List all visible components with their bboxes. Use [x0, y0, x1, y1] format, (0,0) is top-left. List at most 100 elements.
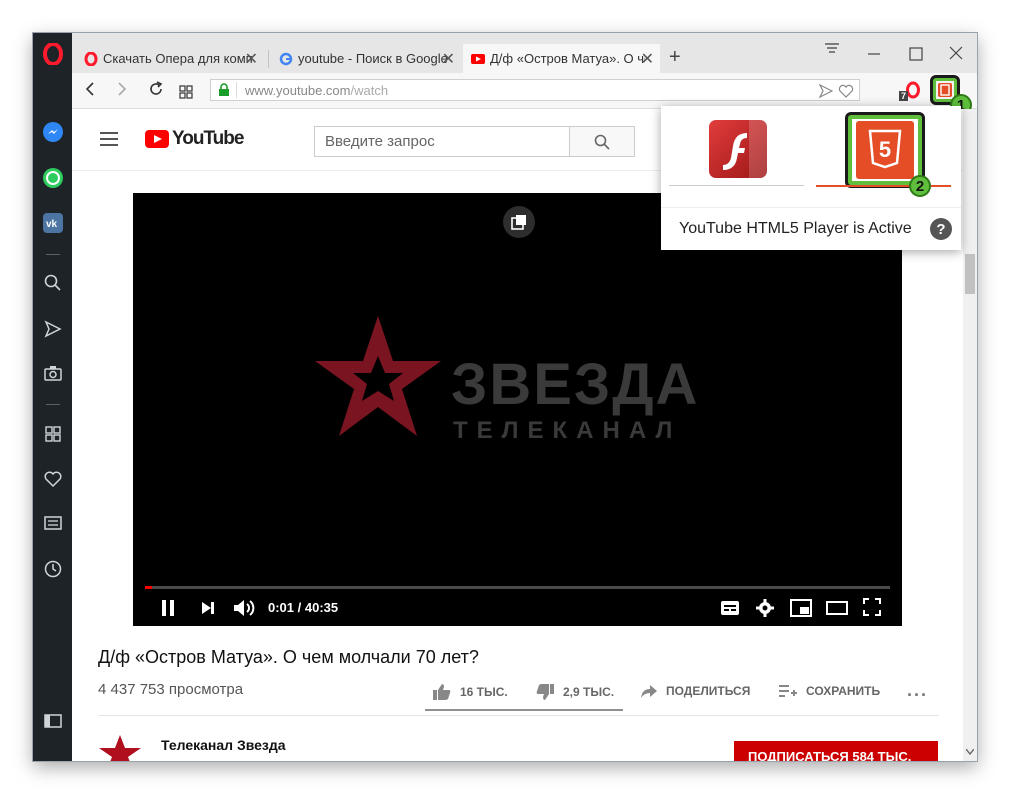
- fullscreen-icon[interactable]: [863, 598, 881, 621]
- camera-icon[interactable]: [40, 360, 66, 386]
- popup-divider: [661, 207, 961, 208]
- new-tab-button[interactable]: +: [669, 46, 681, 69]
- video-player[interactable]: ЗВЕЗДА ТЕЛЕКАНАЛ 0:01 / 40:35: [133, 193, 902, 626]
- add-to-playlist-icon: [779, 685, 797, 697]
- subtitles-icon[interactable]: [720, 600, 740, 621]
- player-choice-area: 5 2: [661, 106, 961, 201]
- callout-badge-2: 2: [909, 175, 931, 197]
- volume-icon[interactable]: [233, 598, 255, 623]
- minimize-button[interactable]: [867, 38, 881, 63]
- sidebar-toggle-icon[interactable]: [40, 708, 66, 734]
- news-icon[interactable]: [40, 510, 66, 536]
- video-title: Д/ф «Остров Матуа». О чем молчали 70 лет…: [98, 647, 479, 667]
- youtube-logo[interactable]: YouTube: [145, 128, 244, 150]
- tab-title: Скачать Опера для компь: [103, 51, 253, 66]
- opera-menu-icon[interactable]: [40, 41, 66, 67]
- back-button[interactable]: [84, 80, 96, 103]
- close-tab-icon[interactable]: ✕: [641, 49, 654, 69]
- search-icon[interactable]: [40, 270, 66, 296]
- opera-extension-icon[interactable]: 7: [899, 81, 921, 104]
- browser-window: vk Скачать Опера для компь ✕ youtube - П…: [33, 33, 977, 761]
- speed-dial-icon[interactable]: [40, 421, 66, 447]
- tab-opera-download[interactable]: Скачать Опера для компь ✕: [76, 44, 264, 73]
- tab-menu-icon[interactable]: [824, 39, 840, 60]
- sentiment-bar: [425, 709, 623, 711]
- help-icon[interactable]: ?: [930, 218, 952, 240]
- hamburger-menu-icon[interactable]: [100, 132, 118, 151]
- search-button[interactable]: [570, 126, 635, 157]
- channel-avatar[interactable]: [98, 734, 142, 761]
- player-status-text: YouTube HTML5 Player is Active: [679, 220, 912, 237]
- extension-badge: 7: [899, 91, 909, 101]
- miniplayer-icon[interactable]: [503, 206, 535, 238]
- share-button[interactable]: ПОДЕЛИТЬСЯ: [640, 683, 750, 699]
- google-icon: [279, 52, 293, 65]
- svg-text:vk: vk: [46, 219, 58, 230]
- bookmark-heart-icon[interactable]: [838, 84, 854, 98]
- scrollbar-thumb[interactable]: [965, 254, 975, 294]
- subscribe-button[interactable]: ПОДПИСАТЬСЯ 584 ТЫС.: [734, 741, 938, 761]
- search-input[interactable]: Введите запрос: [314, 126, 570, 157]
- channel-watermark: ЗВЕЗДА: [451, 352, 700, 417]
- forward-button[interactable]: [116, 80, 128, 103]
- html5-extension-popup: 5 2 YouTube HTML5 Player is Active ?: [661, 106, 961, 250]
- heart-icon[interactable]: [40, 466, 66, 492]
- lock-icon: [219, 83, 229, 96]
- window-close-button[interactable]: [949, 44, 963, 65]
- history-icon[interactable]: [40, 556, 66, 582]
- channel-name[interactable]: Телеканал Звезда: [161, 737, 286, 753]
- share-label: ПОДЕЛИТЬСЯ: [666, 684, 751, 698]
- miniplayer-button-icon[interactable]: [790, 599, 812, 622]
- more-actions-icon[interactable]: ···: [907, 685, 928, 706]
- close-tab-icon[interactable]: ✕: [245, 49, 258, 69]
- html5-label: 5: [879, 137, 891, 162]
- settings-gear-icon[interactable]: [755, 598, 775, 623]
- thumbs-down-icon: [536, 684, 554, 700]
- progress-fill: [145, 586, 153, 589]
- send-icon[interactable]: [40, 316, 66, 342]
- reload-button[interactable]: [147, 80, 165, 103]
- like-count: 16 ТЫС.: [460, 685, 508, 699]
- send-page-icon[interactable]: [819, 84, 833, 98]
- vk-icon[interactable]: vk: [40, 210, 66, 236]
- html5-icon: [938, 83, 952, 97]
- thumbs-up-icon: [433, 684, 451, 700]
- like-button[interactable]: 16 ТЫС.: [432, 683, 508, 701]
- progress-bar[interactable]: [145, 586, 890, 589]
- messenger-icon[interactable]: [40, 119, 66, 145]
- flash-player-option[interactable]: [709, 120, 767, 178]
- opera-icon: [84, 51, 98, 66]
- search-icon: [594, 134, 610, 150]
- tab-youtube-video[interactable]: Д/ф «Остров Матуа». О че ✕: [463, 44, 660, 73]
- view-count: 4 437 753 просмотра: [98, 681, 244, 698]
- address-bar: www.youtube.com/watch 7 1: [72, 73, 977, 116]
- url-field[interactable]: www.youtube.com/watch: [210, 79, 860, 101]
- pause-icon[interactable]: [161, 600, 175, 621]
- tab-bar: Скачать Опера для компь ✕ youtube - Поис…: [72, 33, 977, 73]
- youtube-tab-icon: [471, 53, 485, 64]
- tab-title: youtube - Поиск в Google: [298, 51, 448, 66]
- dislike-count: 2,9 ТЫС.: [563, 685, 615, 699]
- tab-separator: [268, 50, 269, 68]
- url-text: www.youtube.com/watch: [245, 83, 389, 98]
- page-scrollbar[interactable]: [963, 109, 977, 761]
- share-icon: [641, 685, 657, 698]
- time-display: 0:01 / 40:35: [268, 600, 339, 615]
- youtube-logo-text: YouTube: [172, 128, 244, 149]
- save-label: СОХРАНИТЬ: [806, 684, 881, 698]
- scroll-down-icon[interactable]: [966, 749, 974, 755]
- dislike-button[interactable]: 2,9 ТЫС.: [535, 683, 614, 701]
- flash-underline: [669, 185, 804, 186]
- next-icon[interactable]: [201, 601, 215, 620]
- zvezda-star-icon: [315, 316, 441, 436]
- tab-title: Д/ф «Остров Матуа». О че: [490, 51, 645, 66]
- maximize-button[interactable]: [909, 45, 923, 66]
- channel-watermark-sub: ТЕЛЕКАНАЛ: [453, 417, 682, 444]
- speed-dial-button[interactable]: [179, 83, 193, 104]
- tab-google-search[interactable]: youtube - Поиск в Google ✕: [271, 44, 461, 73]
- html5-logo-icon: 5: [856, 121, 914, 179]
- save-button[interactable]: СОХРАНИТЬ: [778, 683, 880, 699]
- whatsapp-icon[interactable]: [40, 165, 66, 191]
- close-tab-icon[interactable]: ✕: [442, 49, 455, 69]
- theater-mode-icon[interactable]: [826, 600, 848, 621]
